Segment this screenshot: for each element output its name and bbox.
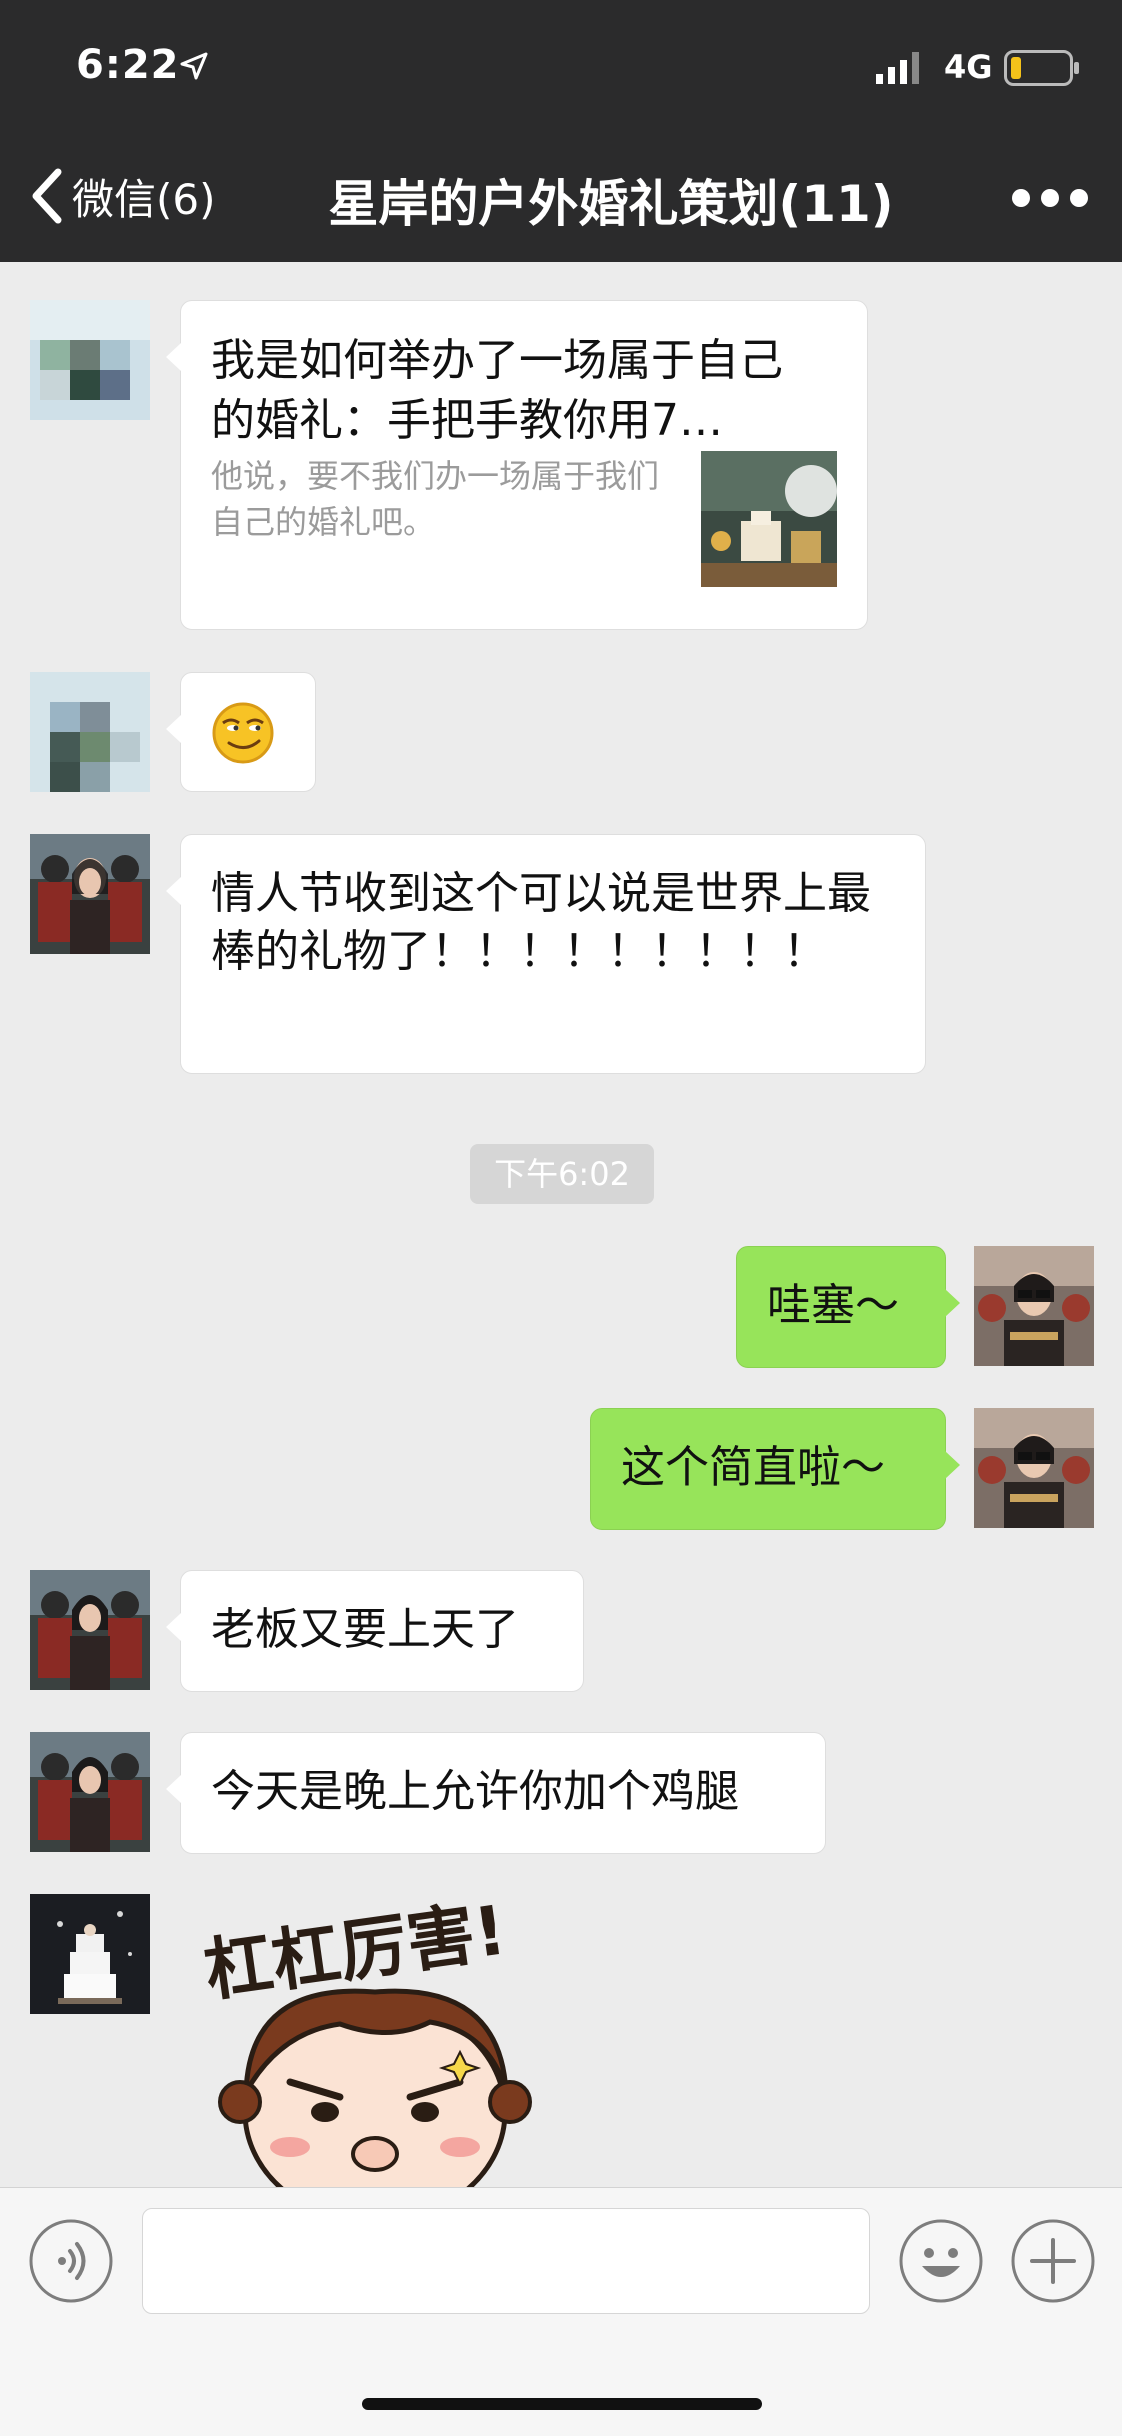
outgoing-message[interactable]: 哇塞～ [736,1246,960,1368]
avatar-self[interactable] [974,1408,1094,1528]
link-card-thumbnail [701,451,837,587]
avatar-sender-cake[interactable] [30,1894,150,2014]
chat-area[interactable]: 我是如何举办了一场属于自己的婚礼：手把手教你用7… 他说，要不我们办一场属于我们… [0,262,1122,2187]
more-options-button[interactable] [1012,178,1088,218]
dot-icon [1012,189,1030,207]
boss-message[interactable]: 老板又要上天了 [166,1570,584,1692]
status-time: 6:22 [76,42,180,88]
avatar-sender-photo[interactable] [30,834,150,954]
voice-icon [29,2219,113,2303]
valentine-message[interactable]: 情人节收到这个可以说是世界上最棒的礼物了！！！！！！！！！ [166,834,926,1074]
tonight-message[interactable]: 今天是晚上允许你加个鸡腿 [166,1732,826,1854]
voice-input-button[interactable] [28,2218,114,2304]
message-input[interactable] [142,2208,870,2314]
network-type: 4G [944,48,993,86]
link-card-message[interactable]: 我是如何举办了一场属于自己的婚礼：手把手教你用7… 他说，要不我们办一场属于我们… [166,300,868,630]
smiley-icon [899,2219,983,2303]
outgoing-message[interactable]: 这个简直啦～ [590,1408,960,1530]
link-card-title: 我是如何举办了一场属于自己的婚礼：手把手教你用7… [211,335,783,446]
header-bar: 6:22 4G 微信(6) 星岸的户外婚礼策划(11) [0,0,1122,262]
chat-title: 星岸的户外婚礼策划(11) [328,175,894,233]
sticker-message[interactable]: 杠杠厉害! [190,1892,560,2187]
plus-icon [1011,2219,1095,2303]
emoji-button[interactable] [898,2218,984,2304]
battery-icon [1004,50,1079,86]
dot-icon [1041,189,1059,207]
avatar-sender-blurred[interactable] [30,300,150,420]
link-card-description: 他说，要不我们办一场属于我们自己的婚礼吧。 [211,457,660,541]
avatar-sender-blurred[interactable] [30,672,150,792]
timestamp-chip: 下午6:02 [470,1144,654,1204]
emoji-message[interactable] [166,672,316,792]
smirk-emoji-icon [212,702,274,764]
avatar-sender-photo[interactable] [30,1732,150,1852]
avatar-sender-photo[interactable] [30,1570,150,1690]
more-functions-button[interactable] [1010,2218,1096,2304]
avatar-self[interactable] [974,1246,1094,1366]
dot-icon [1070,189,1088,207]
home-indicator[interactable] [362,2398,762,2410]
signal-icon [876,52,919,84]
location-arrow-icon [180,52,208,80]
